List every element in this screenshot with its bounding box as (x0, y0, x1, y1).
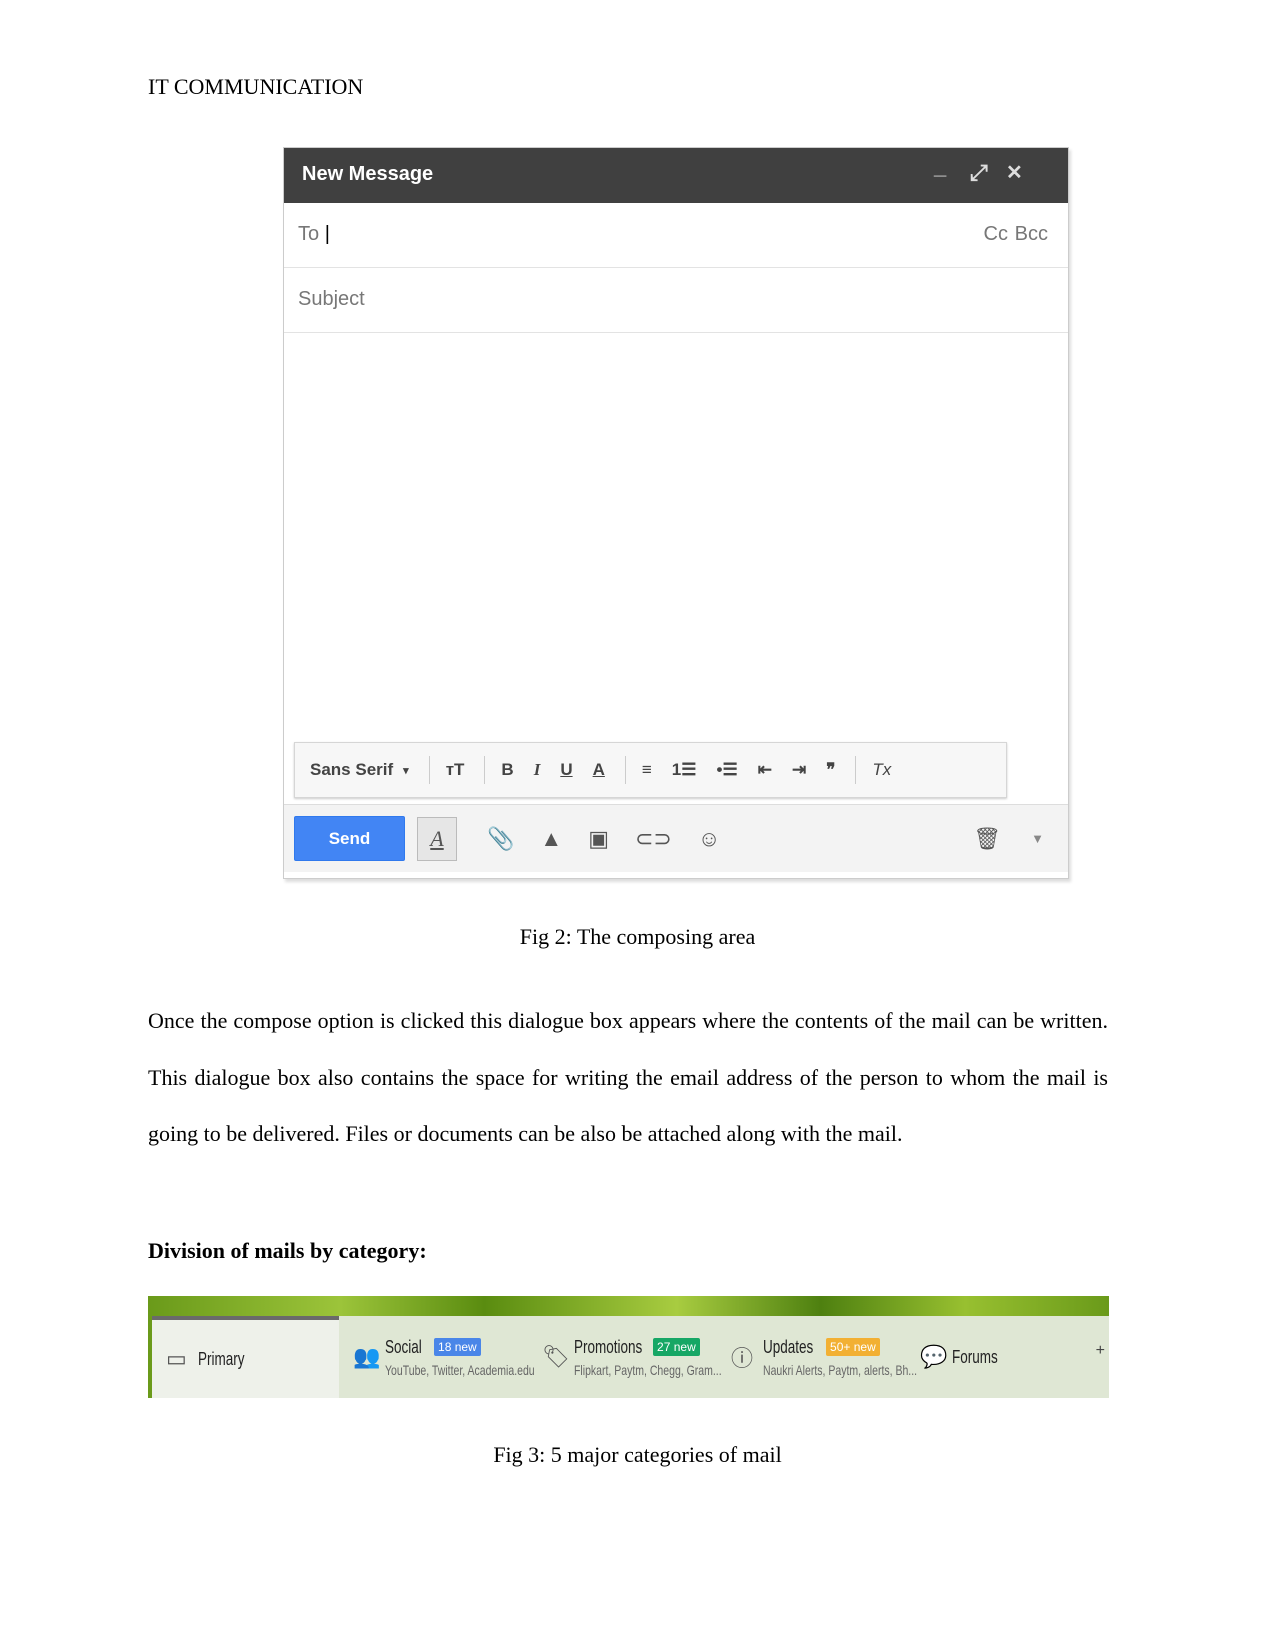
new-count-badge: 18 new (434, 1338, 481, 1356)
numbered-list-icon[interactable]: 1☰ (672, 760, 697, 780)
body-paragraph: Once the compose option is clicked this … (148, 1008, 1108, 1146)
people-icon: 👥 (353, 1344, 381, 1369)
photo-icon[interactable]: ▣ (588, 826, 609, 852)
tab-label: Promotions (574, 1336, 643, 1357)
category-tabs: ▭ Primary 👥 Social 18 new YouTube, Twitte… (148, 1296, 1109, 1398)
compose-window: New Message _ ⤢ ✕ To | Cc Bcc Subject Sa… (283, 147, 1069, 879)
paperclip-icon[interactable]: 📎 (487, 826, 514, 852)
new-count-badge: 50+ new (826, 1338, 880, 1356)
formatting-toolbar: Sans Serif ▾ тT B I U A ≡ 1☰ •☰ ⇤ ⇥ ❞ Tx (294, 742, 1007, 798)
running-header: IT COMMUNICATION (148, 74, 364, 99)
formatting-toggle-button[interactable]: A (417, 816, 457, 861)
close-icon[interactable]: ✕ (1006, 160, 1023, 185)
expand-icon[interactable]: ⤢ (970, 160, 988, 186)
italic-icon[interactable]: I (534, 760, 541, 780)
underline-icon[interactable]: U (560, 760, 572, 780)
tab-label: Social (385, 1336, 422, 1357)
bulleted-list-icon[interactable]: •☰ (717, 760, 738, 780)
tab-label: Forums (952, 1346, 998, 1367)
tab-promotions[interactable]: 🏷 Promotions 27 new Flipkart, Paytm, Cheg… (528, 1316, 722, 1398)
tab-label: Updates (763, 1336, 814, 1357)
fig2-caption: Fig 2: The composing area (519, 924, 756, 949)
tab-primary[interactable]: ▭ Primary (152, 1316, 339, 1398)
indent-more-icon[interactable]: ⇥ (792, 760, 806, 780)
add-tab-button[interactable]: + (1096, 1342, 1105, 1360)
send-button[interactable]: Send (294, 816, 405, 861)
font-size-icon[interactable]: тT (446, 760, 465, 780)
tag-icon: 🏷 (542, 1344, 570, 1369)
tab-senders: Naukri Alerts, Paytm, alerts, Bh... (763, 1361, 918, 1378)
more-options-icon[interactable]: ▼ (1031, 831, 1044, 846)
compose-titlebar: New Message _ ⤢ ✕ (284, 148, 1068, 203)
quote-icon[interactable]: ❞ (826, 760, 835, 780)
new-count-badge: 27 new (653, 1338, 700, 1356)
tab-updates[interactable]: ⓘ Updates 50+ new Naukri Alerts, Paytm, a… (717, 1316, 917, 1398)
info-icon: ⓘ (731, 1346, 754, 1371)
bcc-link[interactable]: Bcc (1015, 223, 1048, 246)
drive-icon[interactable]: ▲ (540, 826, 562, 852)
font-select[interactable]: Sans Serif (310, 760, 393, 780)
tab-social[interactable]: 👥 Social 18 new YouTube, Twitter, Academi… (339, 1316, 535, 1398)
compose-title: New Message (302, 163, 434, 185)
to-field[interactable]: To | Cc Bcc (284, 203, 1068, 268)
tab-senders: Flipkart, Paytm, Chegg, Gram... (574, 1361, 722, 1378)
bold-icon[interactable]: B (501, 760, 513, 780)
tab-senders: YouTube, Twitter, Academia.edu (385, 1361, 535, 1378)
forum-icon: 💬 (920, 1344, 948, 1369)
emoji-icon[interactable]: ☺ (698, 826, 720, 852)
fig3-caption: Fig 3: 5 major categories of mail (493, 1442, 782, 1467)
trash-icon[interactable]: 🗑 (973, 826, 1001, 852)
inbox-icon: ▭ (166, 1346, 187, 1371)
clear-formatting-icon[interactable]: Tx (872, 760, 891, 780)
text-color-icon[interactable]: A (593, 760, 605, 780)
section-heading: Division of mails by category: (148, 1238, 427, 1263)
align-icon[interactable]: ≡ (642, 760, 652, 780)
link-icon[interactable]: ⊂⊃ (635, 826, 672, 852)
subject-field[interactable]: Subject (284, 268, 1068, 333)
indent-less-icon[interactable]: ⇤ (758, 760, 772, 780)
minimize-icon[interactable]: _ (934, 154, 946, 180)
tab-forums[interactable]: 💬 Forums (906, 1316, 1109, 1398)
compose-bottom-bar: Send A 📎 ▲ ▣ ⊂⊃ ☺ 🗑 ▼ (284, 804, 1068, 872)
cc-link[interactable]: Cc (984, 223, 1008, 246)
tab-label: Primary (198, 1348, 245, 1369)
to-label: To (298, 223, 320, 245)
message-body[interactable] (284, 333, 1068, 733)
